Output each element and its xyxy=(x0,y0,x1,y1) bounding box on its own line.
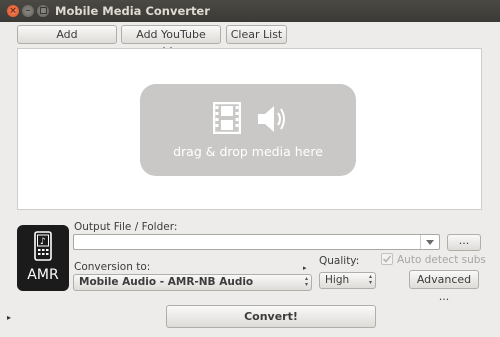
advanced-button[interactable]: Advanced ... xyxy=(409,270,479,303)
drop-zone[interactable]: drag & drop media here xyxy=(140,84,356,176)
maximize-window-button[interactable] xyxy=(37,5,49,17)
window-title: Mobile Media Converter xyxy=(55,4,210,18)
svg-text:♪: ♪ xyxy=(40,237,46,247)
conversion-selected: Mobile Audio - AMR-NB Audio xyxy=(79,276,254,288)
quality-label: Quality: xyxy=(319,255,360,267)
log-expander-arrow[interactable]: ▸ xyxy=(7,313,11,322)
quality-selected: High xyxy=(325,274,350,286)
conversion-expander-arrow: ▸ xyxy=(303,264,307,272)
add-button[interactable]: Add xyxy=(17,25,117,44)
output-format-label: AMR xyxy=(27,267,59,283)
quality-select[interactable]: High ▴ ▾ xyxy=(319,272,376,289)
output-format-icon: ♪ AMR xyxy=(17,225,69,291)
spinner-arrows-icon: ▴ ▾ xyxy=(368,273,372,286)
auto-detect-subs-checkbox[interactable] xyxy=(381,253,393,265)
minimize-icon: – xyxy=(25,6,31,16)
spinner-arrows-icon: ▴ ▾ xyxy=(304,275,308,288)
output-path-dropdown-button[interactable] xyxy=(420,235,439,249)
chevron-down-icon xyxy=(426,240,434,245)
convert-button[interactable]: Convert! xyxy=(166,305,376,328)
clear-list-button[interactable]: Clear List xyxy=(226,25,287,44)
add-youtube-button[interactable]: Add YouTube video xyxy=(121,25,221,58)
browse-output-button[interactable]: ... xyxy=(447,234,481,251)
close-window-button[interactable]: × xyxy=(7,5,19,17)
drop-zone-label: drag & drop media here xyxy=(173,144,323,159)
checkmark-icon xyxy=(382,255,392,263)
speaker-icon xyxy=(258,106,285,132)
output-label: Output File / Folder: xyxy=(74,221,178,233)
title-bar: × – Mobile Media Converter xyxy=(0,0,500,22)
film-icon xyxy=(213,102,241,134)
output-path-field[interactable] xyxy=(73,234,440,250)
auto-detect-subs-label: Auto detect subs xyxy=(397,254,486,266)
maximize-icon xyxy=(39,7,47,14)
close-icon: × xyxy=(9,6,17,16)
conversion-label: Conversion to: xyxy=(74,261,151,273)
music-phone-icon: ♪ xyxy=(34,231,52,261)
conversion-select[interactable]: Mobile Audio - AMR-NB Audio ▴ ▾ xyxy=(73,274,312,291)
minimize-window-button[interactable]: – xyxy=(22,5,34,17)
